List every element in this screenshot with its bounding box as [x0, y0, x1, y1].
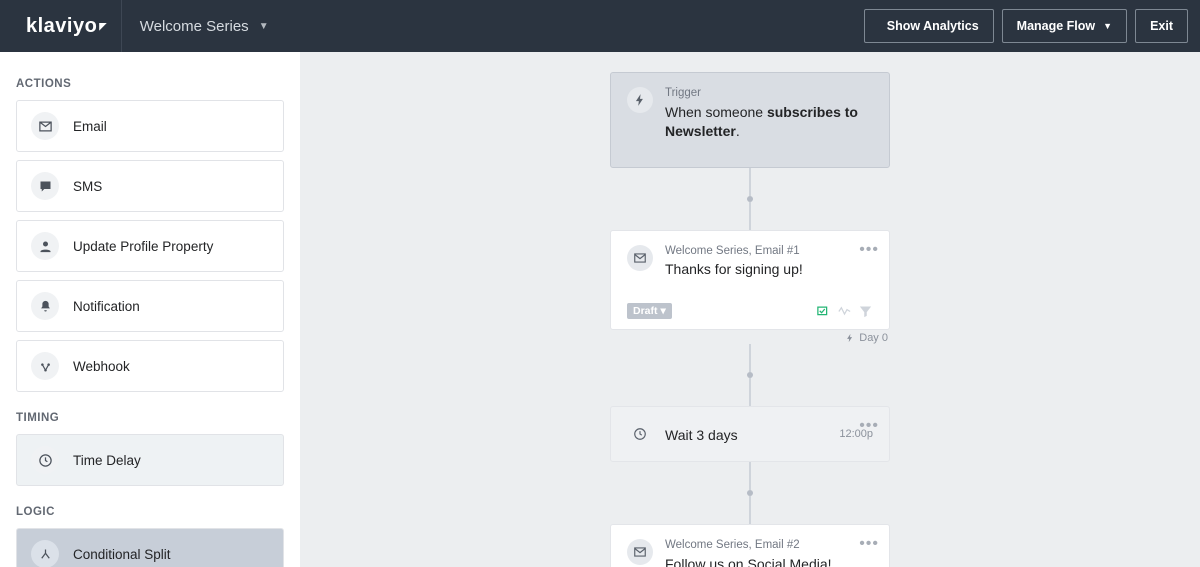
- group-label-logic: LOGIC: [16, 506, 284, 518]
- lightning-icon: [627, 87, 653, 113]
- checkmark-icon[interactable]: [816, 304, 831, 319]
- chevron-down-icon: ▼: [259, 21, 269, 32]
- email2-title: Follow us on Social Media!: [665, 555, 832, 567]
- brand-mark: ◤: [97, 21, 106, 32]
- status-badge[interactable]: Draft ▾: [627, 303, 672, 319]
- action-email[interactable]: Email: [16, 100, 284, 152]
- sms-icon: [31, 172, 59, 200]
- card-menu-icon[interactable]: •••: [859, 535, 879, 553]
- trigger-card[interactable]: Trigger When someone subscribes to Newsl…: [610, 72, 890, 168]
- trigger-label: Trigger: [665, 87, 873, 101]
- email1-day: Day 0: [845, 332, 888, 344]
- exit-button[interactable]: Exit: [1135, 9, 1188, 43]
- clock-icon: [627, 421, 653, 447]
- split-icon: [31, 540, 59, 567]
- flow-canvas[interactable]: Trigger When someone subscribes to Newsl…: [300, 52, 1200, 567]
- wait-card[interactable]: ••• Wait 3 days 12:00p: [610, 406, 890, 462]
- email1-title: Thanks for signing up!: [665, 260, 803, 279]
- email-icon: [627, 245, 653, 271]
- email-card-1[interactable]: ••• Welcome Series, Email #1 Thanks for …: [610, 230, 890, 331]
- webhook-icon: [31, 352, 59, 380]
- flow-name: Welcome Series: [140, 18, 249, 35]
- app-header: klaviyo◤ Welcome Series ▼ Show Analytics…: [0, 0, 1200, 52]
- card-menu-icon[interactable]: •••: [859, 241, 879, 259]
- group-label-actions: ACTIONS: [16, 78, 284, 90]
- actions-sidebar: ACTIONS Email SMS Update Profile Propert…: [0, 52, 300, 567]
- email-card-2[interactable]: ••• Welcome Series, Email #2 Follow us o…: [610, 524, 890, 567]
- action-notification[interactable]: Notification: [16, 280, 284, 332]
- chevron-down-icon: ▼: [1103, 21, 1112, 31]
- person-icon: [31, 232, 59, 260]
- bell-icon: [31, 292, 59, 320]
- email2-meta: Welcome Series, Email #2: [665, 539, 832, 553]
- logic-conditional-split[interactable]: Conditional Split: [16, 528, 284, 567]
- action-update-profile[interactable]: Update Profile Property: [16, 220, 284, 272]
- wait-text: Wait 3 days: [665, 426, 738, 445]
- manage-flow-button[interactable]: Manage Flow ▼: [1002, 9, 1127, 43]
- card-menu-icon[interactable]: •••: [859, 417, 879, 435]
- timing-time-delay[interactable]: Time Delay: [16, 434, 284, 486]
- brand-name: klaviyo: [26, 15, 97, 38]
- group-label-timing: TIMING: [16, 412, 284, 424]
- trigger-text: When someone subscribes to Newsletter.: [665, 103, 873, 141]
- email-icon: [627, 539, 653, 565]
- filter-icon[interactable]: [858, 304, 873, 319]
- action-webhook[interactable]: Webhook: [16, 340, 284, 392]
- brand-logo: klaviyo◤: [12, 0, 122, 52]
- show-analytics-button[interactable]: Show Analytics: [864, 9, 994, 43]
- flow-title-dropdown[interactable]: Welcome Series ▼: [122, 18, 287, 35]
- activity-icon[interactable]: [837, 304, 852, 319]
- action-sms[interactable]: SMS: [16, 160, 284, 212]
- clock-icon: [31, 446, 59, 474]
- email1-meta: Welcome Series, Email #1: [665, 245, 803, 259]
- email-icon: [31, 112, 59, 140]
